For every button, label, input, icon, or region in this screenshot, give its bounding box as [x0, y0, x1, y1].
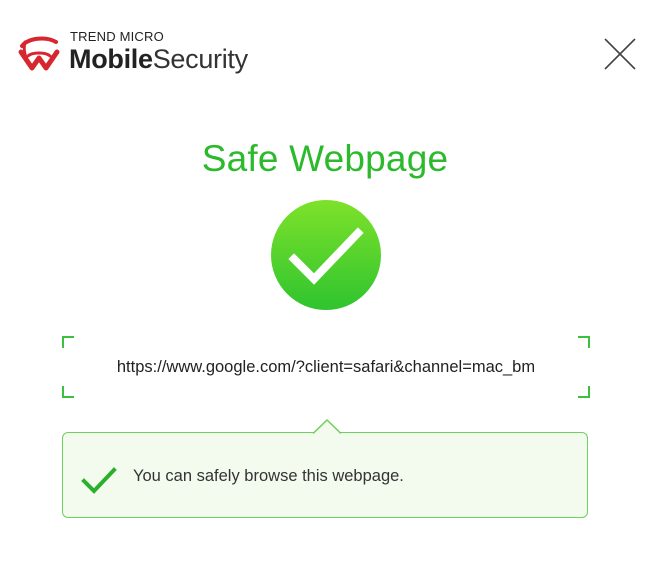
page-title: Safe Webpage	[201, 138, 449, 179]
url-display: https://www.google.com/?client=safari&ch…	[62, 336, 590, 398]
checkmark-icon	[81, 467, 117, 494]
brand-product: MobileSecurity	[69, 44, 248, 74]
checkmark-circle-icon	[271, 200, 381, 310]
corner-bracket-bottom-left	[62, 386, 74, 398]
trend-micro-logo-icon	[18, 36, 60, 71]
brand-product-bold: Mobile	[69, 44, 153, 74]
safety-message-box: You can safely browse this webpage.	[62, 432, 588, 518]
corner-bracket-bottom-right	[578, 386, 590, 398]
safe-webpage-dialog: TREND MICRO MobileSecurity Safe Webpage …	[0, 0, 650, 578]
brand-product-light: Security	[152, 44, 248, 74]
close-icon[interactable]	[602, 36, 638, 72]
brand-company: TREND MICRO	[70, 29, 164, 44]
checked-url: https://www.google.com/?client=safari&ch…	[116, 358, 536, 376]
brand-logo: TREND MICRO MobileSecurity	[16, 30, 248, 78]
corner-bracket-top-right	[578, 336, 590, 348]
callout-pointer	[313, 419, 341, 434]
safety-message: You can safely browse this webpage.	[133, 467, 404, 485]
corner-bracket-top-left	[62, 336, 74, 348]
brand-wordmark: TREND MICRO MobileSecurity	[69, 29, 248, 75]
